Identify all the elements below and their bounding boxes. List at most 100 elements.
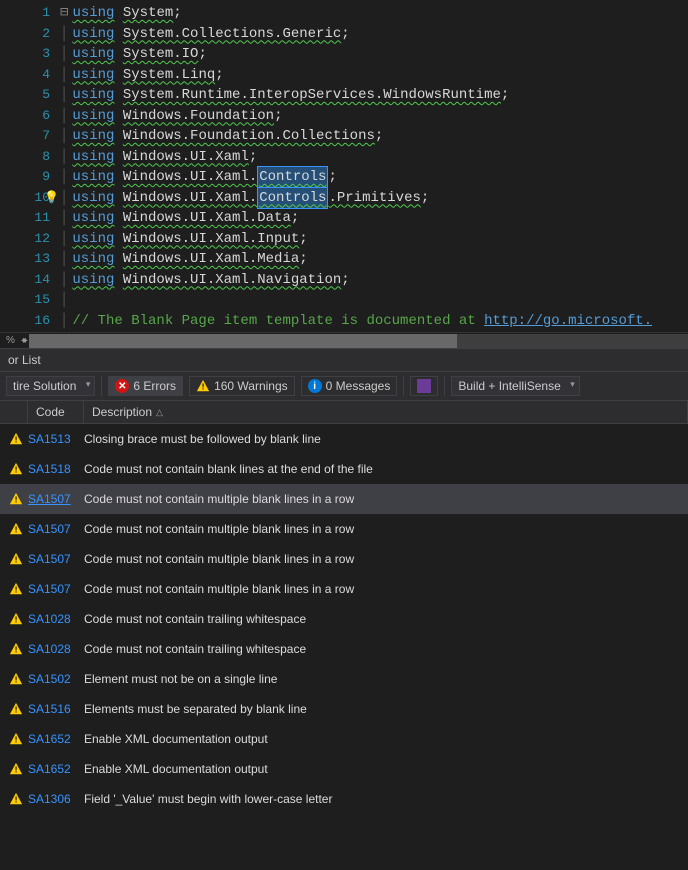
error-row[interactable]: !SA1306Field '_Value' must begin with lo… bbox=[0, 784, 688, 814]
row-warning-icon: ! bbox=[4, 612, 28, 626]
code-line[interactable]: │using System.Runtime.InteropServices.Wi… bbox=[60, 85, 688, 106]
line-number: 6 bbox=[0, 106, 50, 127]
error-description: Code must not contain multiple blank lin… bbox=[84, 582, 684, 596]
fold-guide: │ bbox=[60, 270, 68, 291]
fold-guide: │ bbox=[60, 290, 68, 311]
code-line[interactable]: │using Windows.UI.Xaml.Data; bbox=[60, 208, 688, 229]
code-line[interactable]: │using System.Collections.Generic; bbox=[60, 24, 688, 45]
column-description[interactable]: Description △ bbox=[84, 401, 688, 423]
lightbulb-icon[interactable]: 💡 bbox=[44, 190, 59, 205]
code-editor[interactable]: 12345678910111213141516 ⊟using System;│u… bbox=[0, 0, 688, 348]
error-row[interactable]: !SA1652Enable XML documentation output bbox=[0, 754, 688, 784]
svg-text:!: ! bbox=[15, 646, 18, 655]
code-content[interactable]: ⊟using System;│using System.Collections.… bbox=[60, 0, 688, 332]
error-code[interactable]: SA1502 bbox=[28, 672, 84, 686]
error-row[interactable]: !SA1518Code must not contain blank lines… bbox=[0, 454, 688, 484]
error-icon: ✕ bbox=[115, 379, 129, 393]
svg-text:!: ! bbox=[15, 496, 18, 505]
code-line[interactable]: │using Windows.UI.Xaml; bbox=[60, 147, 688, 168]
filter-label: Build + IntelliSense bbox=[458, 379, 560, 393]
namespace: System bbox=[123, 3, 173, 24]
error-row[interactable]: ! SA1028Code must not contain trailing wh… bbox=[0, 634, 688, 664]
horizontal-scrollbar[interactable] bbox=[29, 334, 688, 348]
error-row[interactable]: !SA1652Enable XML documentation output bbox=[0, 724, 688, 754]
row-warning-icon: ! bbox=[4, 432, 28, 446]
fold-guide: │ bbox=[60, 24, 68, 45]
comment-text: // The Blank Page item template is docum… bbox=[72, 311, 484, 332]
divider bbox=[444, 376, 445, 396]
row-warning-icon: ! bbox=[4, 492, 28, 506]
error-code[interactable]: SA1507 bbox=[28, 492, 84, 506]
error-code[interactable]: SA1028 bbox=[28, 612, 84, 626]
keyword-using: using bbox=[72, 3, 114, 24]
code-line[interactable]: │ bbox=[60, 290, 688, 311]
line-number: 14 bbox=[0, 270, 50, 291]
error-code[interactable]: SA1513 bbox=[28, 432, 84, 446]
fold-icon[interactable]: ⊟ bbox=[60, 3, 68, 24]
code-line[interactable]: │using Windows.Foundation.Collections; bbox=[60, 126, 688, 147]
error-code[interactable]: SA1028 bbox=[28, 642, 84, 656]
keyword-using: using bbox=[72, 106, 114, 127]
code-line[interactable]: │// The Blank Page item template is docu… bbox=[60, 311, 688, 332]
keyword-using: using bbox=[72, 229, 114, 250]
messages-filter-button[interactable]: i 0 Messages bbox=[301, 376, 398, 396]
error-description: Code must not contain trailing whitespac… bbox=[84, 642, 684, 656]
error-code[interactable]: SA1507 bbox=[28, 522, 84, 536]
fold-guide: │ bbox=[60, 167, 68, 188]
fold-guide: │ bbox=[60, 44, 68, 65]
scroll-arrows-icon[interactable]: ◂▸ bbox=[21, 335, 25, 346]
error-code[interactable]: SA1652 bbox=[28, 732, 84, 746]
error-code[interactable]: SA1507 bbox=[28, 582, 84, 596]
code-line[interactable]: │using Windows.UI.Xaml.Media; bbox=[60, 249, 688, 270]
row-warning-icon: ! bbox=[4, 792, 28, 806]
error-description: Code must not contain multiple blank lin… bbox=[84, 522, 684, 536]
error-row[interactable]: !SA1516Elements must be separated by bla… bbox=[0, 694, 688, 724]
errors-filter-button[interactable]: ✕ 6 Errors bbox=[108, 376, 183, 396]
error-row[interactable]: !SA1513Closing brace must be followed by… bbox=[0, 424, 688, 454]
svg-text:!: ! bbox=[15, 706, 18, 715]
code-line[interactable]: │using System.IO; bbox=[60, 44, 688, 65]
code-line[interactable]: ⊟using System; bbox=[60, 3, 688, 24]
code-line[interactable]: │using Windows.UI.Xaml.Navigation; bbox=[60, 270, 688, 291]
column-code[interactable]: Code bbox=[28, 401, 84, 423]
namespace: Windows.Foundation bbox=[123, 106, 274, 127]
error-row[interactable]: !SA1028Code must not contain trailing wh… bbox=[0, 604, 688, 634]
comment-url[interactable]: http://go.microsoft. bbox=[484, 311, 652, 332]
namespace: Windows.UI.Xaml. bbox=[123, 188, 257, 209]
fold-guide: │ bbox=[60, 126, 68, 147]
code-line[interactable]: │using Windows.UI.Xaml.Controls.Primitiv… bbox=[60, 188, 688, 209]
selected-text: Controls bbox=[257, 166, 328, 189]
code-line[interactable]: │using Windows.UI.Xaml.Controls; bbox=[60, 167, 688, 188]
error-code[interactable]: SA1518 bbox=[28, 462, 84, 476]
namespace: Windows.UI.Xaml bbox=[123, 147, 249, 168]
build-intellisense-dropdown[interactable]: Build + IntelliSense bbox=[451, 376, 579, 396]
error-row[interactable]: !SA1507Code must not contain multiple bl… bbox=[0, 574, 688, 604]
error-row[interactable]: ! SA1502Element must not be on a single l… bbox=[0, 664, 688, 694]
editor-status-bar: % ◂▸ bbox=[0, 332, 688, 348]
error-row[interactable]: !SA1507Code must not contain multiple bl… bbox=[0, 544, 688, 574]
fold-guide: │ bbox=[60, 85, 68, 106]
line-number: 8 bbox=[0, 147, 50, 168]
line-number: 3 bbox=[0, 44, 50, 65]
namespace: System.Collections.Generic bbox=[123, 24, 341, 45]
column-icon[interactable] bbox=[0, 401, 28, 423]
zoom-percent[interactable]: % bbox=[0, 335, 21, 346]
warnings-filter-button[interactable]: ! 160 Warnings bbox=[189, 376, 295, 396]
error-row[interactable]: !SA1507Code must not contain multiple bl… bbox=[0, 484, 688, 514]
scrollbar-thumb[interactable] bbox=[29, 334, 457, 348]
error-code[interactable]: SA1652 bbox=[28, 762, 84, 776]
tool-button[interactable] bbox=[410, 376, 438, 396]
keyword-using: using bbox=[72, 126, 114, 147]
code-line[interactable]: │using Windows.Foundation; bbox=[60, 106, 688, 127]
error-list[interactable]: !SA1513Closing brace must be followed by… bbox=[0, 424, 688, 870]
scope-dropdown[interactable]: tire Solution bbox=[6, 376, 95, 396]
error-code[interactable]: SA1306 bbox=[28, 792, 84, 806]
error-description: Element must not be on a single line bbox=[84, 672, 684, 686]
error-row[interactable]: !SA1507Code must not contain multiple bl… bbox=[0, 514, 688, 544]
svg-text:!: ! bbox=[15, 676, 18, 685]
error-code[interactable]: SA1507 bbox=[28, 552, 84, 566]
code-line[interactable]: │using System.Linq; bbox=[60, 65, 688, 86]
error-code[interactable]: SA1516 bbox=[28, 702, 84, 716]
svg-text:!: ! bbox=[202, 383, 205, 392]
code-line[interactable]: │using Windows.UI.Xaml.Input; bbox=[60, 229, 688, 250]
